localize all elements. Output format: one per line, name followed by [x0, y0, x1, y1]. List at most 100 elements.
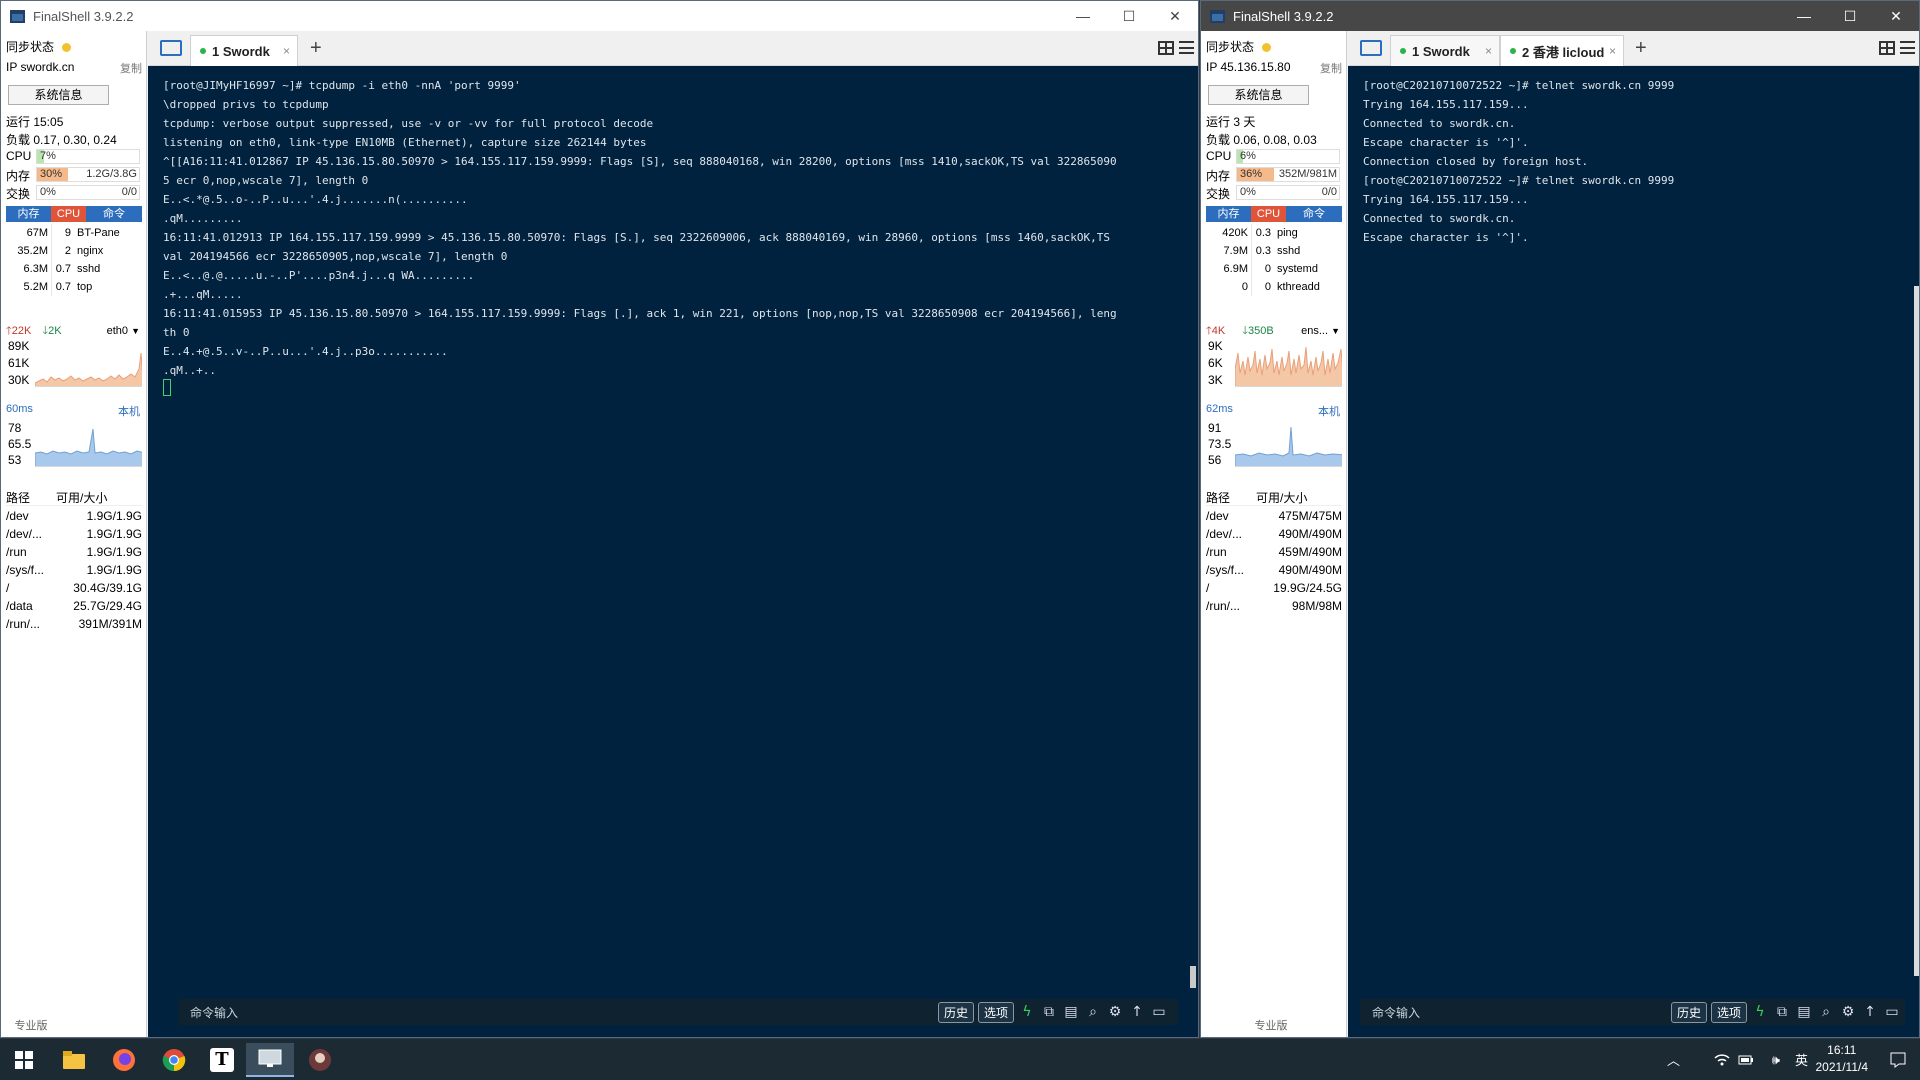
terminal-line: [root@C20210710072522 ~]# telnet swordk.…	[1363, 174, 1675, 187]
action-center-icon	[1890, 1052, 1906, 1068]
server-ip-label: IP 45.136.15.80	[1206, 60, 1291, 74]
memory-percent: 36%	[1240, 168, 1263, 180]
battery-icon[interactable]	[1738, 1039, 1754, 1080]
menu-icon[interactable]	[1900, 41, 1915, 54]
chevron-up-icon[interactable]: ︿	[1667, 1050, 1680, 1069]
clock-date: 2021/11/4	[1815, 1060, 1869, 1074]
search-icon[interactable]: ⌕	[1084, 1004, 1102, 1020]
process-cmd-tab[interactable]: 命令	[1286, 206, 1342, 222]
window-icon[interactable]: ▭	[1150, 1004, 1168, 1020]
window-icon[interactable]: ▭	[1883, 1004, 1901, 1020]
add-tab-icon[interactable]: +	[310, 37, 322, 60]
close-tab-icon[interactable]: ×	[1609, 44, 1616, 58]
menu-icon[interactable]	[1179, 41, 1194, 54]
show-hidden-icons[interactable]: ︿	[1667, 1039, 1680, 1080]
terminal-scrollbar[interactable]	[1914, 286, 1919, 976]
command-input-bar[interactable]: 命令输入 历史 选项 ϟ ⧉ ▤ ⌕ ⚙ ↑ ▭	[178, 999, 1178, 1025]
windows-start-icon[interactable]	[0, 1043, 48, 1077]
chevron-down-icon[interactable]: ▼	[131, 323, 140, 339]
command-input-bar[interactable]: 命令输入 历史 选项 ϟ ⧉ ▤ ⌕ ⚙ ↑ ▭	[1360, 999, 1905, 1025]
chevron-down-icon[interactable]: ▼	[1331, 323, 1340, 339]
folder-icon[interactable]	[1360, 40, 1382, 56]
terminal[interactable]: [root@C20210710072522 ~]# telnet swordk.…	[1348, 66, 1919, 1037]
gear-icon[interactable]: ⚙	[1839, 1004, 1857, 1020]
process-mem: 6.3M	[23, 263, 48, 275]
copy-icon[interactable]: ⧉	[1040, 1004, 1058, 1020]
network-interface-select[interactable]: ens...	[1301, 323, 1328, 339]
minimize-icon[interactable]: —	[1781, 1, 1827, 31]
add-tab-icon[interactable]: +	[1635, 37, 1647, 60]
history-button[interactable]: 历史	[1670, 1001, 1707, 1023]
close-tab-icon[interactable]: ×	[1485, 44, 1492, 58]
terminal-line: Escape character is '^]'.	[1363, 231, 1529, 244]
network-interface-select[interactable]: eth0	[107, 323, 128, 339]
session-tab-active[interactable]: 2 香港 licloud ×	[1500, 35, 1624, 66]
upload-icon[interactable]: ↑	[1128, 1004, 1146, 1020]
paste-icon[interactable]: ▤	[1795, 1004, 1813, 1020]
process-mem-tab[interactable]: 内存	[1206, 206, 1251, 222]
memory-label: 内存	[1206, 169, 1231, 183]
process-cpu-tab[interactable]: CPU	[1251, 206, 1286, 222]
finalshell-app-icon	[1210, 9, 1225, 23]
copy-ip-button[interactable]: 复制	[1320, 60, 1342, 76]
terminal-line: [root@C20210710072522 ~]# telnet swordk.…	[1363, 79, 1675, 92]
file-explorer-icon[interactable]	[50, 1043, 98, 1077]
terminal[interactable]: [root@JIMyHF16997 ~]# tcpdump -i eth0 -n…	[148, 66, 1198, 1037]
speaker-icon[interactable]: 🕪	[1772, 1052, 1780, 1068]
swap-bar: 0% 0/0	[1236, 185, 1340, 200]
options-button[interactable]: 选项	[1710, 1001, 1747, 1023]
system-clock[interactable]: 16:11 2021/11/4	[1816, 1042, 1869, 1076]
process-cpu-tab[interactable]: CPU	[51, 206, 86, 222]
lightning-icon[interactable]: ϟ	[1018, 1004, 1036, 1020]
session-tab[interactable]: 1 Swordk ×	[190, 35, 298, 66]
fs-size: 25.7G/29.4G	[73, 599, 142, 613]
title-bar[interactable]: FinalShell 3.9.2.2 — ☐ ✕	[1201, 1, 1919, 31]
command-input[interactable]: 命令输入	[190, 1004, 238, 1021]
terminal-line: [root@JIMyHF16997 ~]# tcpdump -i eth0 -n…	[163, 79, 521, 92]
app-avatar-icon[interactable]	[296, 1043, 344, 1077]
ime-indicator[interactable]: 英	[1795, 1039, 1808, 1080]
search-icon[interactable]: ⌕	[1817, 1004, 1835, 1020]
network-speed: 🡑4K 🡓350B ens... ▼	[1206, 323, 1342, 339]
filesystem-table-header: 路径 可用/大小	[1206, 489, 1342, 506]
folder-icon[interactable]	[160, 40, 182, 56]
terminal-scrollbar[interactable]	[1190, 966, 1196, 988]
uptime: 运行 3 天	[1206, 115, 1256, 129]
volume-icon[interactable]: 🕪	[1772, 1039, 1780, 1080]
minimize-icon[interactable]: —	[1060, 1, 1106, 31]
session-tab[interactable]: 1 Swordk ×	[1390, 35, 1500, 66]
system-info-button[interactable]: 系统信息	[8, 85, 109, 105]
layout-grid-icon[interactable]	[1879, 41, 1895, 55]
process-mem-tab[interactable]: 内存	[6, 206, 51, 222]
typora-icon[interactable]: T	[198, 1043, 246, 1077]
copy-ip-button[interactable]: 复制	[120, 60, 142, 76]
lightning-icon[interactable]: ϟ	[1751, 1004, 1769, 1020]
copy-icon[interactable]: ⧉	[1773, 1004, 1791, 1020]
title-bar[interactable]: FinalShell 3.9.2.2 — ☐ ✕	[1, 1, 1198, 31]
system-info-button[interactable]: 系统信息	[1208, 85, 1309, 105]
notification-icon[interactable]	[1890, 1039, 1906, 1080]
chrome-logo-icon	[162, 1049, 186, 1072]
latency-graph	[35, 419, 142, 467]
finalshell-taskbar-icon[interactable]	[246, 1043, 294, 1077]
cpu-label: CPU	[1206, 149, 1232, 163]
layout-grid-icon[interactable]	[1158, 41, 1174, 55]
wifi-icon[interactable]	[1714, 1039, 1730, 1080]
process-cmd-tab[interactable]: 命令	[86, 206, 142, 222]
maximize-icon[interactable]: ☐	[1827, 1, 1873, 31]
uptime: 运行 15:05	[6, 115, 64, 129]
command-input[interactable]: 命令输入	[1372, 1004, 1420, 1021]
maximize-icon[interactable]: ☐	[1106, 1, 1152, 31]
close-tab-icon[interactable]: ×	[283, 44, 290, 58]
firefox-icon[interactable]	[100, 1043, 148, 1077]
upload-icon[interactable]: ↑	[1861, 1004, 1879, 1020]
process-mem: 7.9M	[1223, 245, 1248, 257]
paste-icon[interactable]: ▤	[1062, 1004, 1080, 1020]
sync-status-dot-icon	[62, 43, 72, 53]
gear-icon[interactable]: ⚙	[1106, 1004, 1124, 1020]
close-icon[interactable]: ✕	[1873, 1, 1919, 31]
options-button[interactable]: 选项	[977, 1001, 1014, 1023]
chrome-icon[interactable]	[150, 1043, 198, 1077]
history-button[interactable]: 历史	[937, 1001, 974, 1023]
close-icon[interactable]: ✕	[1152, 1, 1198, 31]
